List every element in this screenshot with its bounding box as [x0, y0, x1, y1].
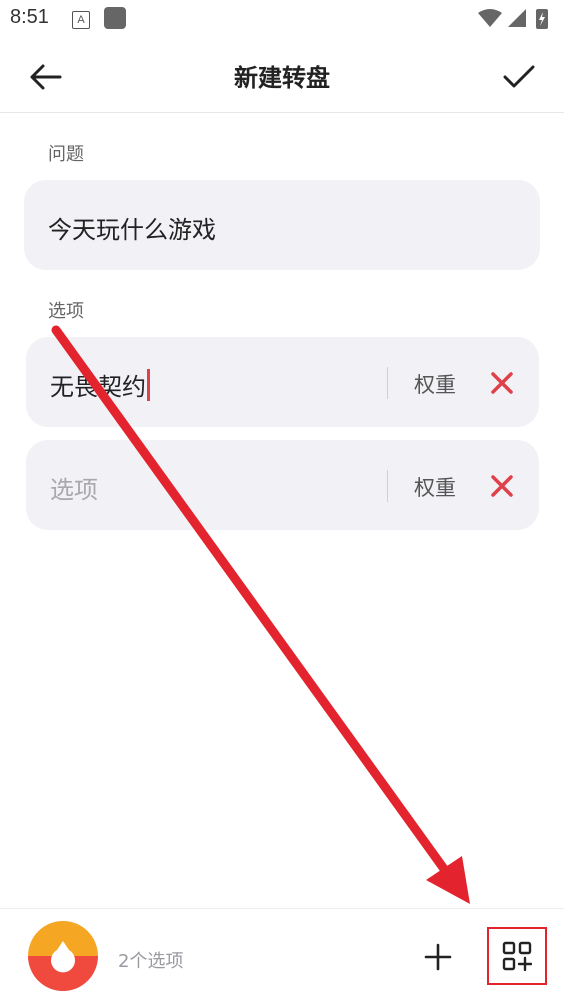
- weight-button[interactable]: 权重: [414, 369, 456, 399]
- options-label: 选项: [48, 301, 84, 322]
- a-notification-icon: A: [72, 11, 90, 29]
- question-input-text: 今天玩什么游戏: [48, 216, 216, 244]
- grid-add-icon: [502, 941, 532, 971]
- close-icon: [491, 372, 513, 394]
- confirm-button[interactable]: [496, 54, 542, 100]
- page-title: 新建转盘: [234, 64, 330, 92]
- close-icon: [491, 475, 513, 497]
- divider: [387, 367, 388, 399]
- option-count: 2个选项: [118, 951, 184, 972]
- wifi-icon: [478, 9, 502, 27]
- weight-button[interactable]: 权重: [414, 472, 456, 502]
- text-cursor: [147, 369, 150, 401]
- add-option-button[interactable]: [420, 939, 456, 975]
- option-row: 选项 权重: [26, 440, 539, 530]
- app-header: 新建转盘: [0, 38, 564, 113]
- plus-icon: [424, 943, 452, 971]
- question-input[interactable]: 今天玩什么游戏: [24, 180, 540, 270]
- delete-option-button[interactable]: [484, 365, 520, 401]
- status-bar: 8:51 A: [0, 0, 564, 38]
- delete-option-button[interactable]: [484, 468, 520, 504]
- bottom-toolbar: 2个选项: [0, 908, 564, 1005]
- wheel-preview-icon[interactable]: [26, 919, 100, 993]
- batch-add-button[interactable]: [487, 927, 547, 985]
- check-icon: [503, 65, 535, 88]
- option-input[interactable]: 无畏契约: [50, 367, 150, 402]
- signal-icon: [508, 9, 526, 27]
- option-input[interactable]: 选项: [50, 470, 98, 505]
- option-input-text: 无畏契约: [50, 373, 146, 401]
- system-status-icons: [478, 9, 548, 29]
- divider: [387, 470, 388, 502]
- status-time: 8:51: [10, 6, 49, 28]
- option-row: 无畏契约 权重: [26, 337, 539, 427]
- question-label: 问题: [48, 144, 84, 165]
- app-notification-icon: [104, 7, 126, 29]
